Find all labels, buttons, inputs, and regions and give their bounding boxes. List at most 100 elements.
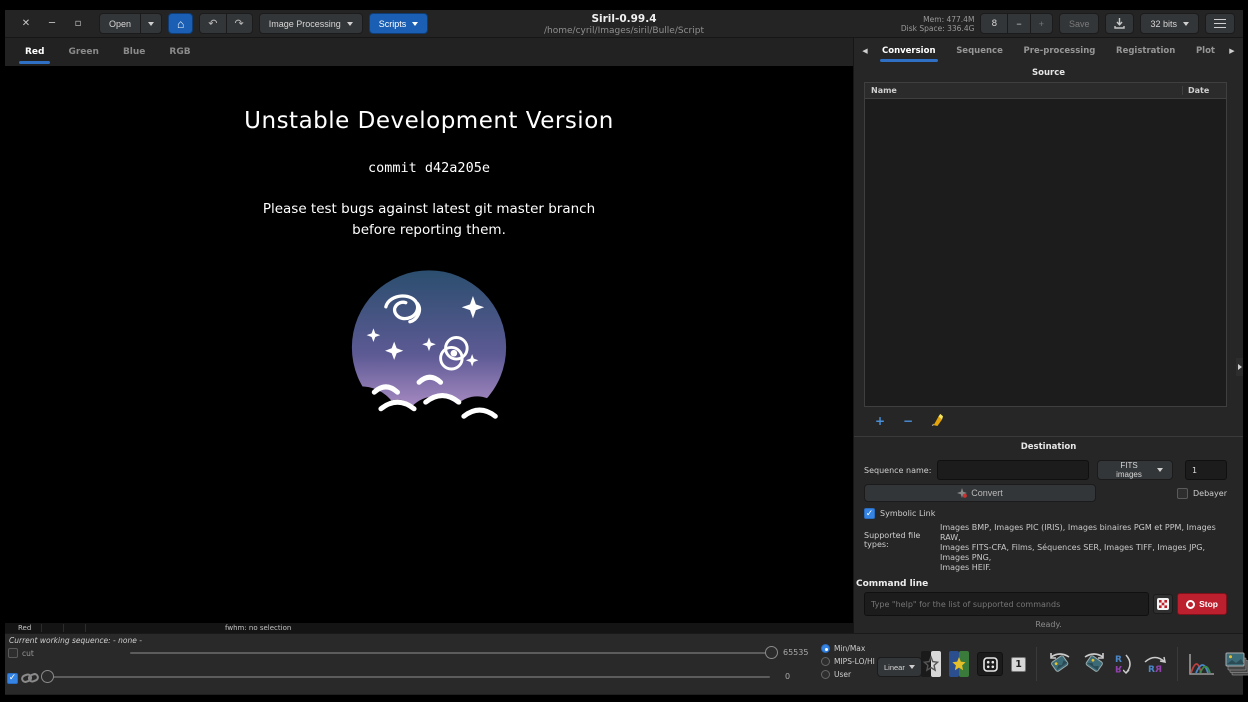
tab-preprocessing[interactable]: Pre-processing [1014,38,1106,63]
high-cut-slider[interactable] [130,646,778,660]
divider [1036,647,1037,681]
app-title: Siril-0.99.4 [591,13,656,25]
panel-expander[interactable] [1236,358,1243,376]
output-format-dropdown[interactable]: FITS images [1097,460,1173,480]
histogram-icon[interactable] [1188,652,1216,676]
rotate-right-icon[interactable] [1081,651,1107,677]
radio-icon [821,670,830,679]
tab-blue[interactable]: Blue [111,38,157,66]
close-icon[interactable]: ✕ [13,18,39,29]
working-sequence-label: Current working sequence: - none - [9,636,142,645]
chevron-down-icon [148,22,154,26]
disk-label: Disk Space: 336.4G [901,24,975,33]
convert-button[interactable]: Convert [864,484,1096,502]
image-processing-button[interactable]: Image Processing [259,13,363,34]
value-spinbox[interactable]: 8 [980,13,1008,34]
remove-files-button[interactable]: − [894,414,922,428]
high-slider-handle[interactable] [765,646,778,659]
maximize-icon[interactable]: ▫ [65,18,91,29]
redo-button[interactable]: ↷ [227,13,253,34]
image-canvas[interactable]: Unstable Development Version commit d42a… [5,66,853,623]
window-controls: ✕ ─ ▫ [13,18,93,29]
undo-button[interactable]: ↶ [199,13,226,34]
tab-registration[interactable]: Registration [1106,38,1185,63]
open-button[interactable]: Open [99,13,141,34]
symbolic-link-checkbox[interactable]: ✓ Symbolic Link [864,508,935,519]
cut-checkbox[interactable] [8,648,18,658]
chevron-down-icon [909,665,915,669]
grid-view-icon[interactable] [977,652,1003,676]
negative-star-icon[interactable] [921,651,941,677]
tabs-scroll-right-icon[interactable]: ▶ [1225,47,1239,55]
destination-section-title: Destination [854,442,1243,452]
flip-vertical-icon[interactable]: RR [1115,653,1135,675]
hamburger-icon [1214,19,1226,28]
bit-depth-dropdown[interactable]: 32 bits [1140,13,1199,34]
tab-green[interactable]: Green [56,38,110,66]
rotate-left-icon[interactable] [1047,651,1073,677]
chevron-right-icon [1238,364,1242,370]
flip-horizontal-icon[interactable]: RR [1143,655,1167,674]
dev-version-title: Unstable Development Version [5,108,853,134]
chevron-down-icon [412,22,418,26]
radio-icon [821,657,830,666]
spin-plus-button[interactable]: + [1031,13,1053,34]
resource-info: Mem: 477.4M Disk Space: 336.4G [901,15,975,33]
single-frame-icon[interactable]: 1 [1011,657,1026,672]
source-list-body[interactable] [865,99,1226,406]
radio-user[interactable]: User [817,668,875,681]
scale-mode-dropdown[interactable]: Linear [877,657,922,677]
debayer-checkbox[interactable]: Debayer [1177,488,1227,499]
tab-plot[interactable]: Plot [1186,38,1225,63]
command-input[interactable] [864,592,1149,616]
tab-conversion[interactable]: Conversion [872,38,946,63]
save-as-button[interactable] [1105,13,1134,34]
chain-link-icon [21,671,39,685]
cut-label: cut [22,649,34,658]
save-as-icon [1114,18,1125,29]
chevron-down-icon [1183,22,1189,26]
tabs-scroll-left-icon[interactable]: ◀ [858,47,872,55]
start-index-input[interactable] [1185,460,1227,480]
column-name[interactable]: Name [865,86,1182,95]
image-stack-icon[interactable] [1224,651,1248,677]
chevron-down-icon [1157,468,1163,472]
radio-minmax[interactable]: Min/Max [817,642,875,655]
add-files-button[interactable]: + [866,414,894,428]
source-section-title: Source [854,68,1243,78]
open-dropdown-button[interactable] [141,13,162,34]
stop-button[interactable]: Stop [1177,593,1227,615]
command-log-button[interactable] [1153,594,1173,614]
chevron-down-icon [347,22,353,26]
tab-sequence[interactable]: Sequence [946,38,1013,63]
color-star-icon[interactable] [949,651,969,677]
radio-mips[interactable]: MIPS-LO/HI [817,655,875,668]
dev-message: Please test bugs against latest git mast… [5,199,853,241]
bottom-bar: Current working sequence: - none - cut 6… [5,633,1243,694]
command-dice-icon [1157,598,1169,610]
save-button[interactable]: Save [1059,13,1100,34]
siril-window: ✕ ─ ▫ Open ⌂ ↶ ↷ Image Processing Script… [5,10,1243,695]
link-checkbox[interactable]: ✓ [7,673,18,684]
home-button[interactable]: ⌂ [168,13,193,34]
low-cut-slider[interactable] [41,670,778,684]
tab-rgb[interactable]: RGB [157,38,202,66]
column-date[interactable]: Date [1182,86,1226,95]
high-cut-value: 65535 [783,648,808,657]
minimize-icon[interactable]: ─ [39,18,65,29]
supported-file-types: Supported file types: Images BMP, Images… [864,523,1227,573]
source-list-header: Name Date [865,83,1226,99]
checkbox-icon [1177,488,1188,499]
spin-minus-button[interactable]: − [1008,13,1030,34]
sequence-name-input[interactable] [937,460,1089,480]
clear-list-button[interactable] [922,413,950,429]
command-line-title: Command line [856,579,1243,589]
low-slider-handle[interactable] [41,670,54,683]
commit-hash: commit d42a205e [5,160,853,176]
source-file-list[interactable]: Name Date [864,82,1227,407]
redo-icon: ↷ [235,17,244,30]
channel-tabbar: Red Green Blue RGB [5,38,853,66]
tab-red[interactable]: Red [13,38,56,66]
menu-button[interactable] [1205,13,1235,34]
scripts-button[interactable]: Scripts [369,13,429,34]
